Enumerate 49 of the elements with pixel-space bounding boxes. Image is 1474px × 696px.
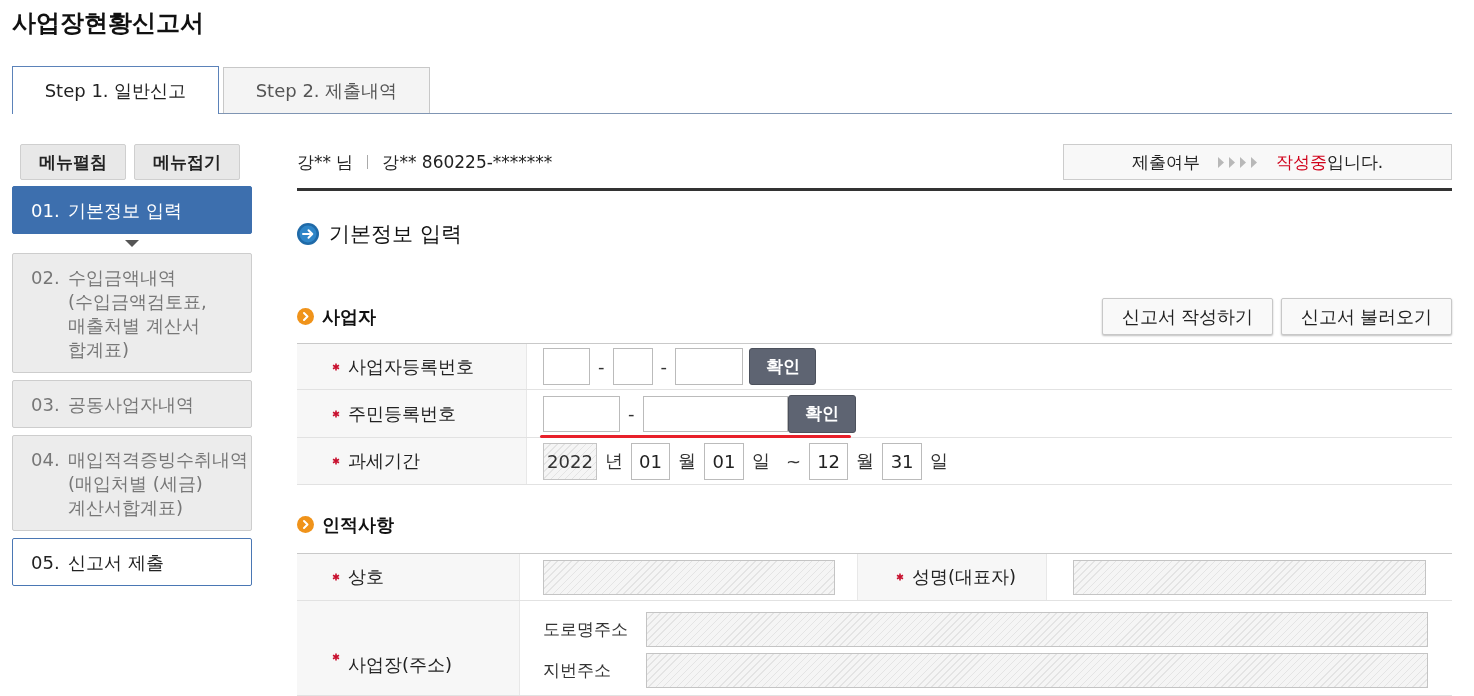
chevron-circle-icon — [297, 308, 314, 325]
field-label: 상호 — [348, 565, 384, 589]
inline-label: 일 — [751, 449, 771, 473]
tab[interactable]: Step 1. 일반신고 — [12, 66, 219, 114]
inline-label: 일 — [929, 449, 950, 473]
inline-label: ~ — [785, 450, 803, 472]
input-field[interactable]: 12 — [809, 442, 849, 480]
user-id: 강** 860225-******* — [382, 150, 553, 174]
sidebar-menu-item[interactable]: 05. 신고서 제출 — [12, 538, 252, 586]
input-field[interactable] — [543, 395, 620, 432]
confirm-button[interactable]: 확인 — [787, 394, 856, 433]
field-label: 성명(대표자) — [912, 565, 1017, 589]
group-title: 인적사항 — [322, 512, 394, 537]
input-field[interactable]: 01 — [704, 442, 744, 480]
collapse-menu-button[interactable]: 메뉴접기 — [134, 144, 240, 180]
status-label: 제출여부 — [1131, 150, 1200, 174]
input-field[interactable]: 01 — [631, 442, 670, 480]
arrows-icon — [1217, 156, 1258, 168]
page-title: 사업장현황신고서 — [12, 8, 204, 39]
field-label: 사업장(주소) — [348, 653, 453, 677]
tab[interactable]: Step 2. 제출내역 — [223, 67, 430, 113]
input-field[interactable] — [612, 348, 653, 385]
section-title: 기본정보 입력 — [329, 221, 462, 248]
inline-label: 월 — [677, 449, 697, 473]
inline-label: 년 — [604, 449, 624, 473]
inline-label: 월 — [855, 449, 876, 473]
arrow-circle-icon — [297, 223, 319, 245]
inline-label: - — [659, 356, 668, 377]
address-label: 지번주소 — [543, 659, 612, 682]
address-label: 도로명주소 — [543, 618, 629, 641]
input-field[interactable]: 31 — [882, 442, 923, 480]
caret-icon — [125, 240, 139, 247]
field-label: 주민등록번호 — [348, 401, 456, 426]
status-message: 작성중입니다. — [1275, 150, 1384, 174]
input-field[interactable] — [675, 348, 743, 385]
load-report-button[interactable]: 신고서 불러오기 — [1281, 298, 1452, 335]
confirm-button[interactable]: 확인 — [749, 348, 816, 385]
write-report-button[interactable]: 신고서 작성하기 — [1102, 298, 1273, 335]
inline-label: - — [597, 356, 606, 377]
chevron-circle-icon — [297, 516, 314, 533]
input-field[interactable] — [543, 348, 590, 385]
group-title: 사업자 — [322, 304, 376, 329]
inline-label: - — [627, 403, 636, 424]
user-name: 강** 님 — [297, 150, 354, 174]
expand-menu-button[interactable]: 메뉴펼침 — [20, 144, 126, 180]
field-label: 과세기간 — [348, 449, 420, 473]
sidebar-menu-item[interactable]: 01. 기본정보 입력 — [12, 186, 252, 234]
input-field[interactable] — [642, 395, 788, 432]
field-label: 사업자등록번호 — [348, 354, 474, 379]
